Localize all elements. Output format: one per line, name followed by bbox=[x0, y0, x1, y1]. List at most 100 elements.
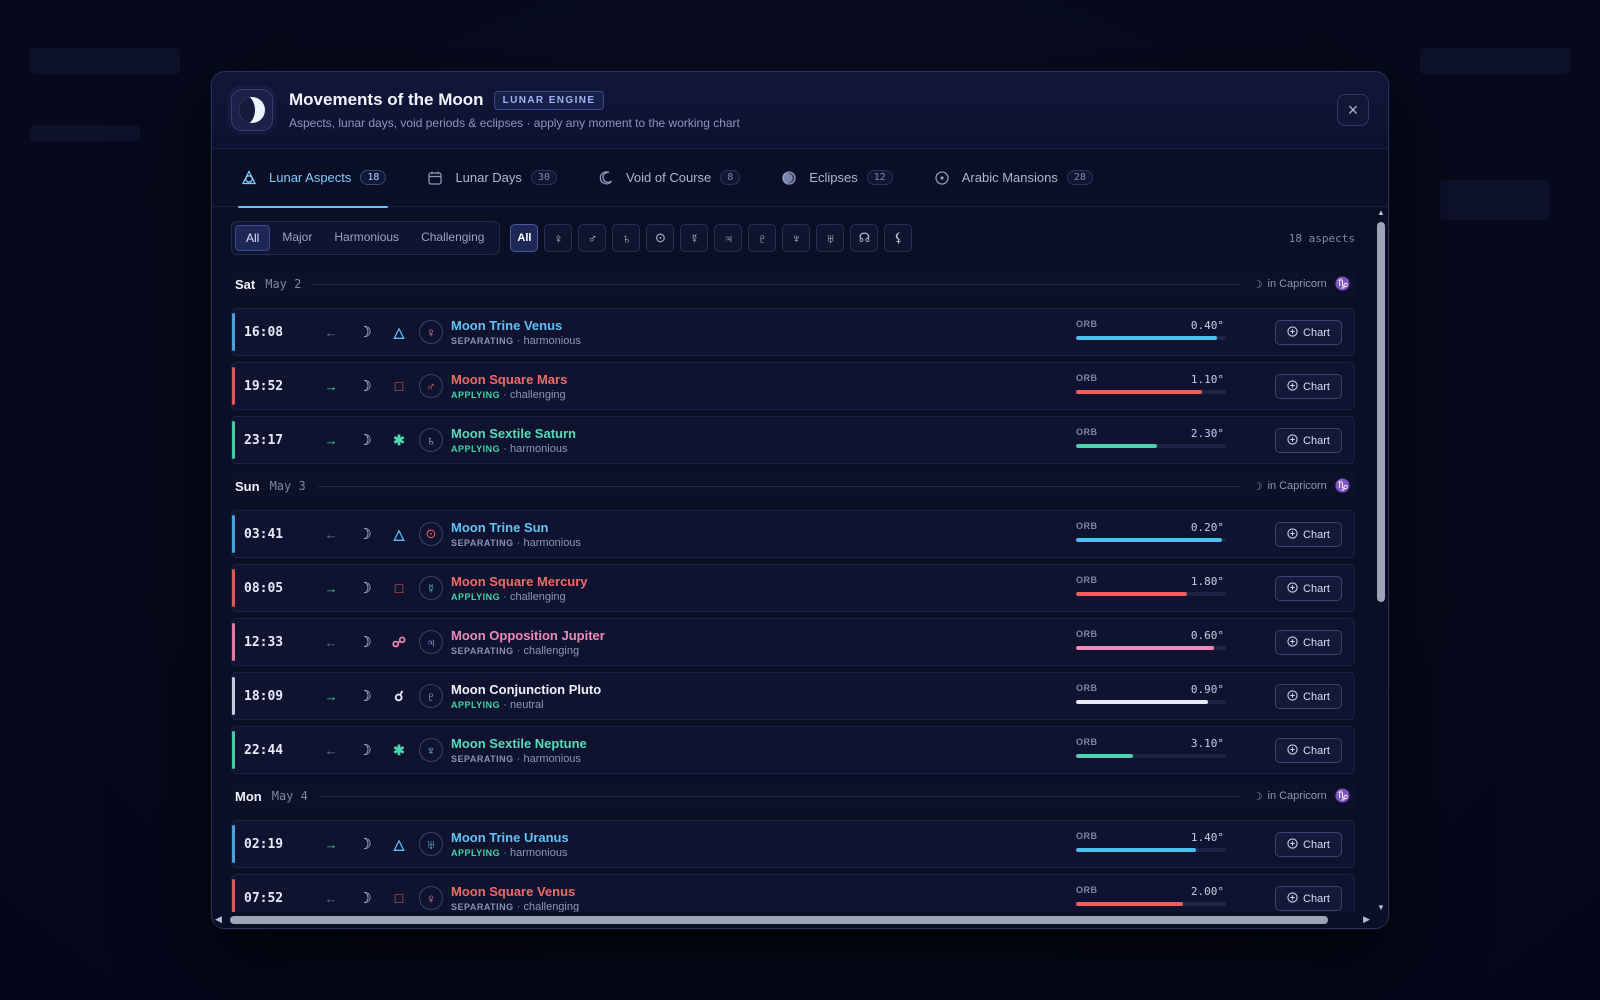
planet-filter-button[interactable]: ♃ bbox=[714, 224, 743, 252]
planet-glyph-icon: ♃ bbox=[419, 630, 443, 654]
apply-chart-button[interactable]: Chart bbox=[1275, 630, 1342, 655]
planet-glyph-icon: ♅ bbox=[419, 832, 443, 856]
aspect-row[interactable]: 08:05 → ☽ □ ☿ Moon Square Mercury APPLYING · c… bbox=[231, 564, 1355, 612]
aspect-title: Moon Square Venus bbox=[451, 883, 576, 899]
plus-circle-icon bbox=[1287, 689, 1298, 704]
orb-track bbox=[1076, 700, 1226, 704]
aspect-text: Moon Trine Uranus APPLYING · harmonious bbox=[451, 830, 569, 859]
planet-filter-button[interactable]: ☊ bbox=[850, 224, 879, 252]
aspect-title: Moon Square Mars bbox=[451, 371, 568, 387]
background-panel bbox=[1420, 48, 1570, 74]
plus-circle-icon bbox=[1287, 743, 1298, 758]
orb-meter: ORB 0.60° bbox=[1076, 629, 1226, 650]
scroll-left-icon[interactable]: ◀ bbox=[215, 914, 222, 925]
tab-label: Lunar Days bbox=[455, 170, 522, 185]
filter-major[interactable]: Major bbox=[272, 225, 322, 251]
applying-arrow-icon: → bbox=[324, 432, 338, 448]
scroll-down-icon[interactable]: ▼ bbox=[1377, 903, 1385, 912]
separating-arrow-icon: ← bbox=[324, 742, 338, 758]
aspect-row[interactable]: 02:19 → ☽ △ ♅ Moon Trine Uranus APPLYING · har… bbox=[231, 820, 1355, 868]
aspect-row[interactable]: 18:09 → ☽ ☌ ♇ Moon Conjunction Pluto APPLYING … bbox=[231, 672, 1355, 720]
moon-aspects-icon bbox=[240, 169, 258, 187]
aspect-row[interactable]: 22:44 ← ☽ ✱ ♆ Moon Sextile Neptune SEPARATING … bbox=[231, 726, 1355, 774]
separator: · bbox=[500, 388, 510, 401]
planet-filter-button[interactable]: All bbox=[510, 224, 539, 252]
planet-filter-button[interactable]: ♇ bbox=[748, 224, 777, 252]
aspect-status: APPLYING bbox=[451, 389, 501, 400]
planet-glyph-icon: ♇ bbox=[419, 684, 443, 708]
aspect-row[interactable]: 23:17 → ☽ ✱ ♄ Moon Sextile Saturn APPLYING · h… bbox=[231, 416, 1355, 464]
aspects-panel: All Major Harmonious Challenging All ♀ ♂ ♄ ⊙ ☿ ♃ ♇… bbox=[212, 208, 1374, 912]
orb-meter: ORB 0.20° bbox=[1076, 521, 1226, 542]
apply-chart-button[interactable]: Chart bbox=[1275, 320, 1342, 345]
aspect-status: APPLYING bbox=[451, 591, 501, 602]
scroll-thumb[interactable] bbox=[1377, 222, 1385, 602]
tab-eclipses[interactable]: Eclipses 12 bbox=[780, 149, 893, 207]
horizontal-scrollbar[interactable]: ◀ ▶ bbox=[212, 912, 1388, 928]
aspect-row[interactable]: 16:08 ← ☽ △ ♀ Moon Trine Venus SEPARATING · ha… bbox=[231, 308, 1355, 356]
chart-button-label: Chart bbox=[1303, 690, 1330, 703]
aspect-title: Moon Trine Sun bbox=[451, 519, 549, 535]
moon-icon: ☽ bbox=[358, 324, 372, 341]
day-date: May 3 bbox=[269, 479, 306, 493]
aspect-status: SEPARATING bbox=[451, 901, 514, 912]
planet-filter-button[interactable]: ☿ bbox=[680, 224, 709, 252]
orb-fill bbox=[1076, 754, 1133, 758]
scroll-up-icon[interactable]: ▲ bbox=[1377, 208, 1385, 217]
aspect-row[interactable]: 03:41 ← ☽ △ ⊙ Moon Trine Sun SEPARATING · harm… bbox=[231, 510, 1355, 558]
tab-lunar-aspects[interactable]: Lunar Aspects 18 bbox=[237, 149, 389, 208]
planet-filter-button[interactable]: ⊙ bbox=[646, 224, 675, 252]
scroll-right-icon[interactable]: ▶ bbox=[1363, 914, 1370, 925]
apply-chart-button[interactable]: Chart bbox=[1275, 522, 1342, 547]
scroll-thumb[interactable] bbox=[230, 916, 1328, 924]
planet-filter-button[interactable]: ♆ bbox=[782, 224, 811, 252]
planet-filter-button[interactable]: ♀ bbox=[544, 224, 573, 252]
filter-challenging[interactable]: Challenging bbox=[411, 225, 494, 251]
apply-chart-button[interactable]: Chart bbox=[1275, 576, 1342, 601]
aspect-row[interactable]: 12:33 ← ☽ ☍ ♃ Moon Opposition Jupiter SEPARATI… bbox=[231, 618, 1355, 666]
apply-chart-button[interactable]: Chart bbox=[1275, 428, 1342, 453]
capricorn-icon: ♑ bbox=[1334, 276, 1351, 291]
orb-value: 1.10° bbox=[1190, 373, 1224, 386]
aspect-title: Moon Sextile Neptune bbox=[451, 735, 587, 751]
close-icon: × bbox=[1347, 99, 1359, 120]
aspect-row[interactable]: 07:52 ← ☽ □ ♀ Moon Square Venus SEPARATING · c… bbox=[231, 874, 1355, 912]
aspect-row[interactable]: 19:52 → ☽ □ ♂ Moon Square Mars APPLYING · chal… bbox=[231, 362, 1355, 410]
orb-meter: ORB 2.00° bbox=[1076, 885, 1226, 906]
aspect-nature: challenging bbox=[523, 900, 580, 913]
tab-void-of-course[interactable]: Void of Course 8 bbox=[597, 149, 741, 207]
orb-value: 3.10° bbox=[1190, 737, 1224, 750]
separator: · bbox=[500, 846, 510, 859]
orb-value: 0.90° bbox=[1190, 683, 1224, 696]
aspect-time: 23:17 bbox=[244, 432, 284, 448]
aspect-nature: challenging bbox=[509, 388, 566, 401]
apply-chart-button[interactable]: Chart bbox=[1275, 832, 1342, 857]
filter-harmonious[interactable]: Harmonious bbox=[324, 225, 409, 251]
aspect-text: Moon Sextile Neptune SEPARATING · harmoni… bbox=[451, 736, 587, 765]
tab-label: Eclipses bbox=[809, 170, 858, 185]
apply-chart-button[interactable]: Chart bbox=[1275, 738, 1342, 763]
tab-lunar-days[interactable]: Lunar Days 30 bbox=[426, 149, 557, 207]
chart-button-label: Chart bbox=[1303, 434, 1330, 447]
vertical-scrollbar[interactable]: ▲ ▼ bbox=[1374, 208, 1388, 912]
separator: · bbox=[513, 644, 524, 657]
aspect-subtitle: SEPARATING · harmonious bbox=[451, 335, 581, 347]
planet-filter-button[interactable]: ♅ bbox=[816, 224, 845, 252]
divider bbox=[319, 795, 1241, 797]
apply-chart-button[interactable]: Chart bbox=[1275, 684, 1342, 709]
planet-filter-button[interactable]: ♂ bbox=[578, 224, 607, 252]
filter-all[interactable]: All bbox=[235, 225, 271, 251]
moon-icon: ☽ bbox=[358, 580, 372, 597]
tab-arabic-mansions[interactable]: Arabic Mansions 28 bbox=[933, 149, 1093, 207]
apply-chart-button[interactable]: Chart bbox=[1275, 374, 1342, 399]
plus-circle-icon bbox=[1287, 379, 1298, 394]
dialog-subtitle: Aspects, lunar days, void periods & ecli… bbox=[289, 116, 740, 130]
aspect-text: Moon Trine Venus SEPARATING · harmonious bbox=[451, 318, 581, 347]
orb-fill bbox=[1076, 902, 1183, 906]
plus-circle-icon bbox=[1287, 581, 1298, 596]
planet-filter-button[interactable]: ♄ bbox=[612, 224, 641, 252]
apply-chart-button[interactable]: Chart bbox=[1275, 886, 1342, 911]
close-button[interactable]: × bbox=[1337, 94, 1369, 126]
moon-icon: ☽ bbox=[358, 432, 372, 449]
planet-filter-button[interactable]: ⚸ bbox=[884, 224, 913, 252]
